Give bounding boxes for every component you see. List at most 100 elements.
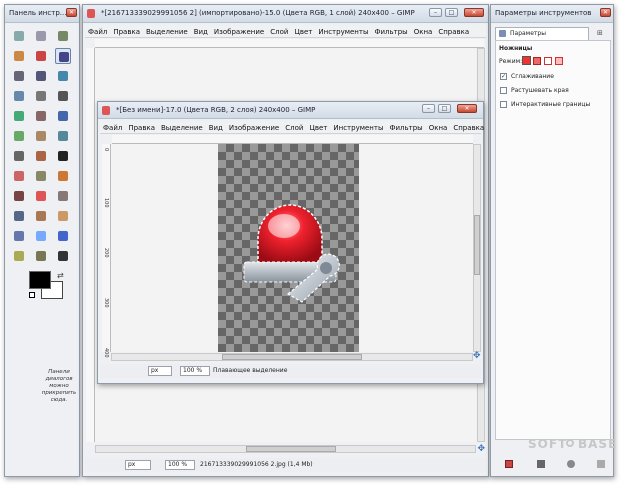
main_window-menu-item-5[interactable]: Слой	[267, 26, 291, 38]
pencil-tool-icon[interactable]	[55, 168, 71, 184]
inner_window-menu-item-2[interactable]: Выделение	[158, 122, 206, 134]
main_window-menu-item-8[interactable]: Фильтры	[371, 26, 410, 38]
inner-horizontal-scroll-thumb[interactable]	[222, 354, 362, 360]
mode-label: Режим:	[499, 58, 523, 65]
default-colors-icon[interactable]	[29, 292, 35, 298]
rotate-tool-icon[interactable]	[55, 108, 71, 124]
tool-options-titlebar[interactable]: Параметры инструментов ✕	[491, 5, 613, 23]
bucket-fill-tool-icon[interactable]	[11, 168, 27, 184]
inner-maximize-button[interactable]: □	[438, 104, 451, 113]
rect-select-tool-icon[interactable]	[11, 28, 27, 44]
main_window-menu-item-10[interactable]: Справка	[435, 26, 472, 38]
smudge-tool-icon[interactable]	[55, 228, 71, 244]
cage-tool-icon[interactable]	[33, 148, 49, 164]
main_window-menu-item-2[interactable]: Выделение	[143, 26, 191, 38]
swap-colors-icon[interactable]: ⇄	[57, 271, 64, 280]
delete-options-icon[interactable]	[567, 460, 575, 468]
main_window-menu-item-3[interactable]: Вид	[191, 26, 211, 38]
inner-zoom-select[interactable]: 100 %	[180, 366, 210, 376]
inner_window-menu-item-4[interactable]: Изображение	[226, 122, 282, 134]
inner_window-menu-item-0[interactable]: Файл	[100, 122, 125, 134]
main_window-menu-item-7[interactable]: Инструменты	[315, 26, 371, 38]
main-close-button[interactable]: ✕	[464, 8, 484, 17]
option-checkbox-0[interactable]: ✓	[500, 73, 507, 80]
heal-tool-icon[interactable]	[55, 208, 71, 224]
inner-vertical-scroll-thumb[interactable]	[474, 215, 480, 275]
restore-options-icon[interactable]	[537, 460, 545, 468]
mode-subtract-icon[interactable]	[544, 57, 552, 65]
flip-tool-icon[interactable]	[11, 148, 27, 164]
inner-horizontal-scrollbar[interactable]	[111, 353, 473, 361]
main_window-menu-item-6[interactable]: Цвет	[291, 26, 315, 38]
main-horizontal-scrollbar[interactable]	[95, 445, 476, 453]
inner-navigate-icon[interactable]: ✥	[473, 352, 481, 361]
main-titlebar[interactable]: *[216713339029991056 2] (импортировано)-…	[83, 5, 488, 23]
perspective-clone-tool-icon[interactable]	[11, 228, 27, 244]
paths-tool-icon[interactable]	[33, 68, 49, 84]
dropper-tool-icon[interactable]	[55, 248, 71, 264]
zoom-tool-icon[interactable]	[11, 88, 27, 104]
inner_window-menu-item-7[interactable]: Инструменты	[330, 122, 386, 134]
blur-tool-icon[interactable]	[33, 228, 49, 244]
scale-tool-icon[interactable]	[11, 128, 27, 144]
shear-tool-icon[interactable]	[33, 128, 49, 144]
inner-canvas-area[interactable]	[111, 144, 473, 352]
inner_window-menu-item-1[interactable]: Правка	[125, 122, 158, 134]
color-select-tool-icon[interactable]	[33, 48, 49, 64]
inner-vertical-scrollbar[interactable]	[473, 144, 481, 352]
tool-options-close-button[interactable]: ✕	[600, 8, 611, 17]
main_window-menu-item-1[interactable]: Правка	[110, 26, 143, 38]
measure-tool-icon[interactable]	[33, 88, 49, 104]
main-maximize-button[interactable]: □	[445, 8, 458, 17]
toolbox-titlebar[interactable]: Панель инстр... ✕	[5, 5, 79, 23]
color-picker-tool-icon[interactable]	[55, 68, 71, 84]
burn-tool-icon[interactable]	[33, 248, 49, 264]
mode-intersect-icon[interactable]	[555, 57, 563, 65]
inner_window-menu-item-10[interactable]: Справка	[450, 122, 487, 134]
main-zoom-select[interactable]: 100 %	[165, 460, 195, 470]
tool-options-tab[interactable]: Параметры инструмента	[495, 27, 589, 49]
inner_window-menu-item-3[interactable]: Вид	[206, 122, 226, 134]
inner-titlebar[interactable]: *[Без имени]-17.0 (Цвета RGB, 2 слоя) 24…	[98, 102, 483, 119]
scissors-select-tool-icon[interactable]	[55, 48, 71, 64]
reset-options-icon[interactable]	[597, 460, 605, 468]
align-tool-icon[interactable]	[11, 108, 27, 124]
foreground-select-tool-icon[interactable]	[11, 68, 27, 84]
ellipse-select-tool-icon[interactable]	[33, 28, 49, 44]
mode-replace-icon[interactable]	[522, 56, 531, 65]
inner_window-menu-item-8[interactable]: Фильтры	[386, 122, 425, 134]
main-minimize-button[interactable]: –	[429, 8, 442, 17]
move-tool-icon[interactable]	[55, 88, 71, 104]
inner-minimize-button[interactable]: –	[422, 104, 435, 113]
inner_window-menu-item-6[interactable]: Цвет	[306, 122, 330, 134]
inner-close-button[interactable]: ✕	[457, 104, 477, 113]
mode-add-icon[interactable]	[533, 57, 541, 65]
ink-tool-icon[interactable]	[11, 208, 27, 224]
dodge-tool-icon[interactable]	[11, 248, 27, 264]
fuzzy-select-tool-icon[interactable]	[11, 48, 27, 64]
text-tool-icon[interactable]	[55, 148, 71, 164]
main-horizontal-scroll-thumb[interactable]	[246, 446, 336, 452]
main-unit-select[interactable]: px	[125, 460, 151, 470]
free-select-tool-icon[interactable]	[55, 28, 71, 44]
inner-unit-select[interactable]: px	[148, 366, 172, 376]
paintbrush-tool-icon[interactable]	[11, 188, 27, 204]
main_window-menu-item-9[interactable]: Окна	[411, 26, 436, 38]
main-navigate-icon[interactable]: ✥	[477, 445, 485, 454]
foreground-color-swatch[interactable]	[29, 271, 51, 289]
inner_window-menu-item-5[interactable]: Слой	[282, 122, 306, 134]
main_window-menu-item-0[interactable]: Файл	[85, 26, 110, 38]
perspective-tool-icon[interactable]	[55, 128, 71, 144]
clone-tool-icon[interactable]	[33, 208, 49, 224]
eraser-tool-icon[interactable]	[33, 188, 49, 204]
option-checkbox-1[interactable]	[500, 87, 507, 94]
main_window-menu-item-4[interactable]: Изображение	[211, 26, 267, 38]
option-checkbox-2[interactable]	[500, 101, 507, 108]
toolbox-close-button[interactable]: ✕	[66, 8, 77, 17]
gradient-tool-icon[interactable]	[33, 168, 49, 184]
crop-tool-icon[interactable]	[33, 108, 49, 124]
airbrush-tool-icon[interactable]	[55, 188, 71, 204]
inner_window-menu-item-9[interactable]: Окна	[426, 122, 451, 134]
save-options-icon[interactable]	[505, 460, 513, 468]
tab-menu-icon[interactable]: ⊞	[597, 29, 603, 37]
